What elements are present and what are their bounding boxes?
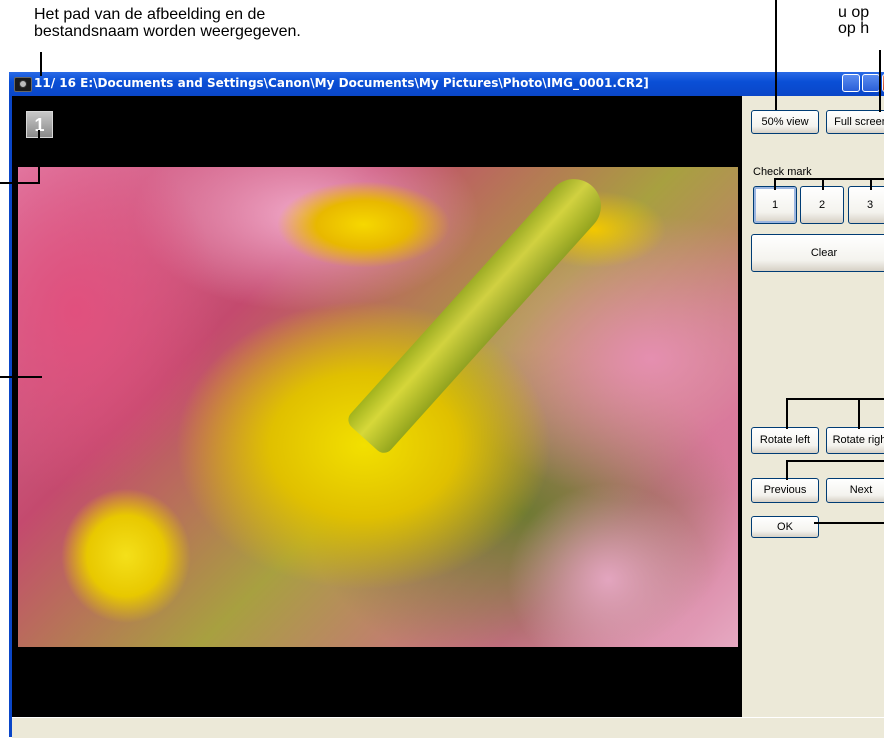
rotate-left-button[interactable]: Rotate left — [751, 427, 819, 454]
callout-line-ok — [814, 522, 884, 524]
check-mark-label: Check mark — [753, 166, 812, 178]
check-mark-2-button[interactable]: 2 — [800, 186, 844, 224]
callout-line-50-view — [775, 0, 777, 110]
previous-button[interactable]: Previous — [751, 478, 819, 503]
check-mark-3-button[interactable]: 3 — [848, 186, 884, 224]
window-title: 11/ 16 E:\Documents and Settings\Canon\M… — [34, 76, 649, 90]
rotate-right-button[interactable]: Rotate right — [826, 427, 884, 454]
path-annotation-line-2: bestandsnaam worden weergegeven. — [34, 23, 301, 40]
callout-tick-rotate-right — [858, 398, 860, 429]
full-screen-button[interactable]: Full screen — [826, 110, 884, 134]
flower-bud-shape — [344, 168, 613, 457]
ok-button[interactable]: OK — [751, 516, 819, 538]
callout-line-badge-vertical — [38, 130, 40, 184]
callout-line-badge-horizontal — [0, 182, 40, 184]
callout-tick-check-3 — [870, 178, 872, 190]
path-annotation-line-1: Het pad van de afbeelding en de — [34, 6, 266, 23]
callout-line-check-marks — [774, 178, 884, 180]
flower-photo-image — [18, 167, 738, 647]
right-annotation-line-1: u op — [838, 4, 870, 21]
callout-line-full-screen — [879, 50, 881, 112]
right-annotation-line-2: op h — [838, 20, 870, 37]
callout-line-rotate — [786, 398, 884, 400]
maximize-icon[interactable] — [862, 74, 880, 92]
callout-tick-check-2 — [822, 178, 824, 190]
next-button[interactable]: Next — [826, 478, 884, 503]
callout-line-path — [40, 52, 42, 76]
callout-line-prev-next — [786, 460, 884, 462]
camera-app-icon — [14, 77, 32, 92]
callout-tick-check-1 — [774, 178, 776, 190]
callout-line-image-area — [0, 376, 42, 378]
minimize-icon[interactable] — [842, 74, 860, 92]
clear-button[interactable]: Clear — [751, 234, 884, 272]
check-mark-1-button[interactable]: 1 — [753, 186, 797, 224]
view-50-button[interactable]: 50% view — [751, 110, 819, 134]
status-bar — [12, 717, 884, 738]
callout-tick-previous — [786, 460, 788, 480]
callout-tick-rotate-left — [786, 398, 788, 429]
